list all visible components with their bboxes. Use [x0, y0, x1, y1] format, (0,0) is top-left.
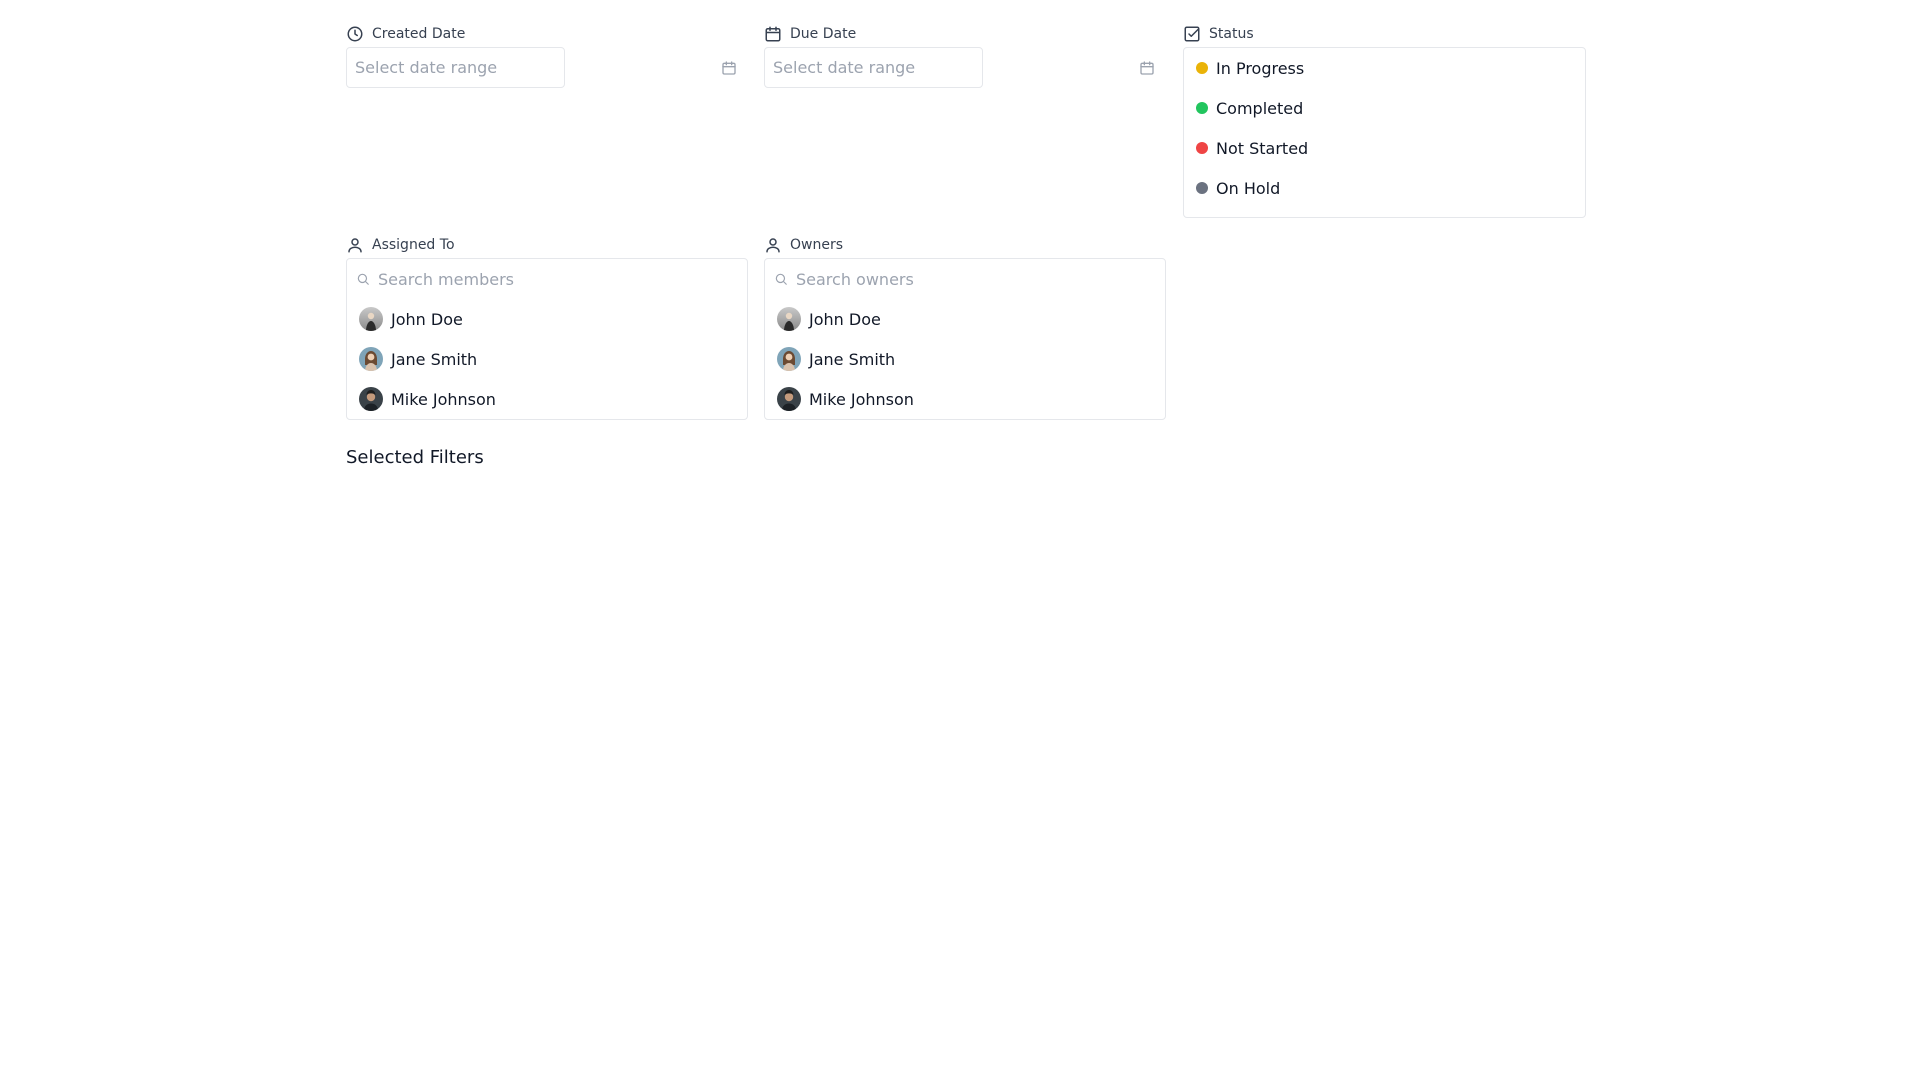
assigned-to-list: John Doe Jane Smith	[346, 258, 748, 420]
assigned-to-search	[347, 259, 747, 299]
calendar-icon	[1139, 60, 1154, 75]
calendar-icon	[721, 60, 736, 75]
status-dot	[1196, 142, 1208, 154]
status-item-label: On Hold	[1216, 178, 1281, 198]
user-icon	[766, 238, 780, 253]
created-date-input[interactable]	[346, 47, 565, 88]
avatar	[777, 307, 801, 331]
owners-label-row: Owners	[764, 233, 1166, 257]
selected-filters-title: Selected Filters	[346, 447, 484, 468]
status-item-not-started[interactable]: Not Started	[1184, 128, 1585, 168]
status-item-in-progress[interactable]: In Progress	[1184, 48, 1585, 88]
member-name: Mike Johnson	[391, 389, 496, 409]
assigned-to-search-input[interactable]	[378, 269, 718, 289]
avatar	[359, 347, 383, 371]
due-date-filter: Due Date	[764, 22, 1167, 90]
member-name: John Doe	[391, 309, 463, 329]
owner-item-jane-smith[interactable]: Jane Smith	[765, 339, 1165, 379]
status-filter: Status In Progress Completed Not Started…	[1183, 22, 1586, 218]
status-item-completed[interactable]: Completed	[1184, 88, 1585, 128]
status-item-on-hold[interactable]: On Hold	[1184, 168, 1585, 208]
clock-icon	[347, 26, 363, 42]
avatar	[777, 387, 801, 411]
member-item-jane-smith[interactable]: Jane Smith	[347, 339, 747, 379]
member-name: Jane Smith	[391, 349, 478, 369]
due-date-input[interactable]	[764, 47, 983, 88]
status-label-row: Status	[1183, 22, 1586, 46]
owners-filter: Owners John Doe	[764, 233, 1166, 420]
created-date-label-row: Created Date	[346, 22, 749, 46]
status-dot	[1196, 182, 1208, 194]
status-dot	[1196, 102, 1208, 114]
assigned-to-filter: Assigned To John Doe	[346, 233, 748, 420]
due-date-calendar-button[interactable]	[1138, 59, 1155, 76]
member-item-mike-johnson[interactable]: Mike Johnson	[347, 379, 747, 419]
checkbox-icon	[1184, 26, 1200, 42]
status-item-label: Not Started	[1216, 138, 1309, 158]
status-item-label: In Progress	[1216, 58, 1305, 78]
user-icon	[348, 238, 362, 253]
member-name: John Doe	[809, 309, 881, 329]
due-date-label-row: Due Date	[764, 22, 1167, 46]
status-label: Status	[1209, 26, 1254, 42]
created-date-filter: Created Date	[346, 22, 749, 90]
status-list: In Progress Completed Not Started On Hol…	[1183, 47, 1586, 218]
assigned-to-label: Assigned To	[372, 237, 455, 253]
owners-label: Owners	[790, 237, 844, 253]
created-date-calendar-button[interactable]	[720, 59, 737, 76]
assigned-to-label-row: Assigned To	[346, 233, 748, 257]
created-date-label: Created Date	[372, 26, 466, 42]
avatar	[359, 387, 383, 411]
member-item-john-doe[interactable]: John Doe	[347, 299, 747, 339]
owners-search	[765, 259, 1165, 299]
member-name: Jane Smith	[809, 349, 896, 369]
avatar	[777, 347, 801, 371]
owners-list: John Doe Jane Smith	[764, 258, 1166, 420]
calendar-icon	[765, 26, 781, 42]
search-icon	[357, 273, 369, 285]
owner-item-john-doe[interactable]: John Doe	[765, 299, 1165, 339]
due-date-label: Due Date	[790, 26, 857, 42]
status-item-label: Completed	[1216, 98, 1304, 118]
owner-item-mike-johnson[interactable]: Mike Johnson	[765, 379, 1165, 419]
avatar	[359, 307, 383, 331]
status-dot	[1196, 62, 1208, 74]
search-icon	[775, 273, 787, 285]
owners-search-input[interactable]	[796, 269, 1136, 289]
member-name: Mike Johnson	[809, 389, 914, 409]
filters-page: Created Date Due Date	[0, 0, 1920, 1080]
